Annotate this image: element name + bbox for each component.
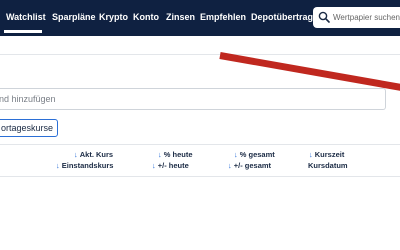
divider [0, 144, 400, 145]
top-navigation-bar: Watchlist Sparpläne Krypto Konto Zinsen … [0, 0, 400, 36]
vortageskurse-label: ortageskurse [1, 123, 54, 133]
divider [0, 176, 400, 177]
add-security-field[interactable]: nd hinzufügen [0, 88, 386, 110]
nav-item-konto[interactable]: Konto [133, 12, 159, 22]
column-header-pm-heute[interactable]: ↓ +/- heute [152, 161, 189, 170]
nav-item-watchlist[interactable]: Watchlist [6, 12, 46, 22]
active-tab-indicator [4, 30, 42, 33]
column-header-pct-gesamt[interactable]: ↓% gesamt [234, 150, 275, 159]
divider [0, 54, 400, 55]
column-header-akt-kurs[interactable]: ↓ Akt. Kurs [74, 150, 113, 159]
column-header-kurszeit[interactable]: ↓ Kurszeit [309, 150, 344, 159]
vortageskurse-button[interactable]: ortageskurse [0, 119, 58, 137]
nav-item-krypto[interactable]: Krypto [99, 12, 128, 22]
sort-arrow-icon: ↓ [158, 150, 162, 159]
sort-arrow-icon: ↓ [309, 150, 313, 159]
sort-arrow-icon: ↓ [234, 150, 238, 159]
nav-item-zinsen[interactable]: Zinsen [166, 12, 195, 22]
column-header-kursdatum[interactable]: Kursdatum [308, 161, 348, 170]
sort-arrow-icon: ↓ [74, 150, 78, 159]
sort-arrow-icon: ↓ [152, 161, 156, 170]
column-header-einstandskurs[interactable]: ↓ Einstandskurs [56, 161, 113, 170]
nav-item-depotuebertrag[interactable]: Depotübertrag [251, 12, 313, 22]
nav-item-sparplaene[interactable]: Sparpläne [52, 12, 96, 22]
sort-arrow-icon: ↓ [56, 161, 60, 170]
search-icon [318, 11, 330, 23]
column-header-pct-heute[interactable]: ↓% heute [158, 150, 193, 159]
column-header-pm-gesamt[interactable]: ↓ +/- gesamt [228, 161, 271, 170]
nav-item-empfehlen[interactable]: Empfehlen [200, 12, 246, 22]
sort-arrow-icon: ↓ [228, 161, 232, 170]
search-box[interactable] [313, 7, 400, 28]
add-security-placeholder: nd hinzufügen [0, 94, 56, 104]
search-input[interactable] [333, 11, 400, 24]
